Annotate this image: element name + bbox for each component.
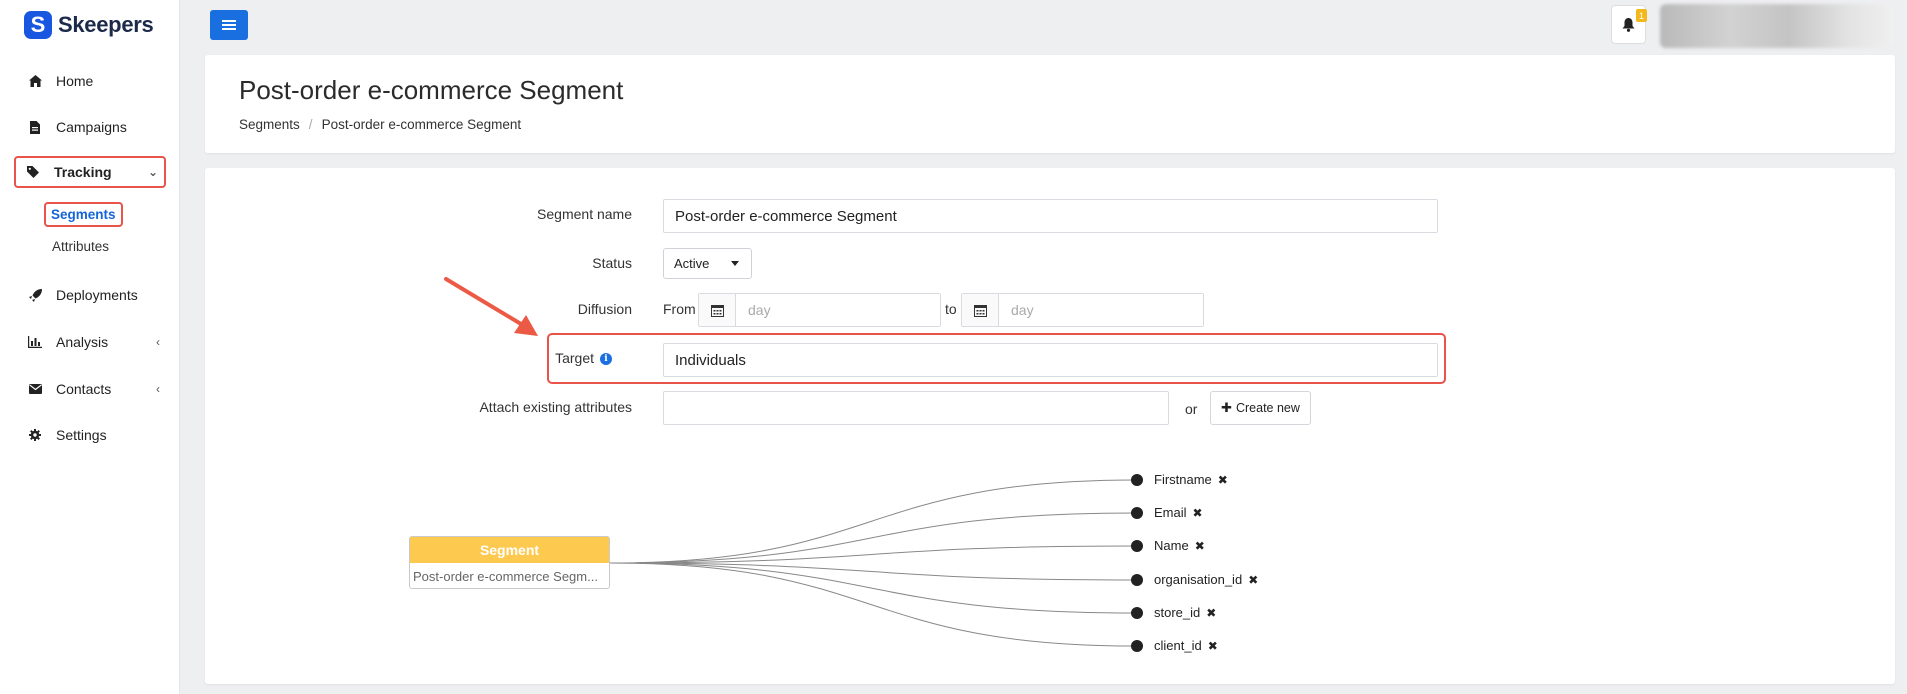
sidebar-item-home[interactable]: Home [14, 65, 166, 97]
attribute-node: Name ✖ [1131, 538, 1205, 553]
segment-node[interactable]: Segment Post-order e-commerce Segm... [409, 536, 610, 589]
remove-icon[interactable]: ✖ [1218, 473, 1228, 487]
attribute-node: organisation_id ✖ [1131, 572, 1258, 587]
gear-icon [26, 429, 44, 441]
target-label: Target i [292, 350, 612, 366]
logo-text: Skeepers [58, 12, 154, 37]
attribute-node: Email ✖ [1131, 505, 1203, 520]
user-menu[interactable] [1660, 4, 1894, 48]
chevron-left-icon: ‹ [156, 335, 160, 349]
sidebar-item-contacts[interactable]: Contacts ‹ [14, 373, 166, 405]
from-label: From [663, 301, 696, 317]
breadcrumb-separator: / [308, 117, 313, 132]
plus-icon: ✚ [1221, 400, 1232, 415]
remove-icon[interactable]: ✖ [1208, 639, 1218, 653]
menu-toggle-button[interactable] [210, 10, 248, 40]
page-title: Post-order e-commerce Segment [239, 75, 624, 105]
target-label-text: Target [555, 350, 594, 366]
sidebar-item-label: Home [56, 73, 94, 89]
sidebar-item-settings[interactable]: Settings [14, 419, 166, 451]
attribute-label: store_id [1154, 605, 1201, 620]
sidebar: S Skeepers Home Campaigns Tracking ⌄ Seg… [0, 0, 180, 694]
target-input[interactable] [663, 343, 1438, 377]
to-date-group [961, 293, 1204, 327]
sidebar-item-deployments[interactable]: Deployments [14, 279, 166, 311]
to-label: to [945, 301, 957, 317]
or-label: or [1185, 401, 1198, 417]
chevron-down-icon: ⌄ [147, 165, 158, 179]
breadcrumb-item-segments[interactable]: Segments [239, 117, 300, 132]
remove-icon[interactable]: ✖ [1195, 539, 1205, 553]
segment-node-name: Post-order e-commerce Segm... [413, 569, 598, 584]
attribute-node: store_id ✖ [1131, 605, 1216, 620]
status-select[interactable]: Active [663, 248, 752, 279]
segment-node-header: Segment [410, 537, 609, 563]
attribute-dot [1131, 506, 1143, 519]
page-header: Post-order e-commerce Segment Segments /… [205, 55, 1895, 153]
notifications-button[interactable]: 1 [1611, 5, 1647, 44]
attribute-node: client_id ✖ [1131, 638, 1218, 653]
logo-mark: S [24, 11, 52, 39]
chevron-left-icon: ‹ [156, 382, 160, 396]
home-icon [26, 75, 44, 87]
attribute-label: Name [1154, 538, 1189, 553]
attribute-label: Email [1154, 505, 1187, 520]
segment-name-label: Segment name [537, 206, 632, 222]
calendar-icon[interactable] [699, 294, 736, 326]
info-icon[interactable]: i [600, 353, 612, 366]
from-date-input[interactable] [736, 294, 940, 326]
file-icon [26, 120, 44, 134]
annotation-arrow [444, 277, 538, 336]
attribute-label: Firstname [1154, 472, 1212, 487]
bell-icon [1622, 17, 1635, 32]
sidebar-item-label: Campaigns [56, 119, 127, 135]
status-label: Status [592, 255, 632, 271]
calendar-icon[interactable] [962, 294, 999, 326]
attribute-dot [1131, 539, 1143, 552]
sidebar-item-label: Contacts [56, 381, 112, 397]
segment-name-input[interactable] [663, 199, 1438, 233]
attribute-node: Firstname ✖ [1131, 472, 1228, 487]
attribute-dot [1131, 606, 1143, 619]
create-new-label: Create new [1235, 401, 1300, 415]
logo[interactable]: S Skeepers [24, 10, 154, 40]
to-date-input[interactable] [999, 294, 1203, 326]
rocket-icon [26, 288, 44, 302]
attribute-label: organisation_id [1154, 572, 1243, 587]
create-new-button[interactable]: ✚ Create new [1210, 391, 1311, 425]
attribute-label: client_id [1154, 638, 1202, 653]
sidebar-item-label: Deployments [56, 287, 138, 303]
hamburger-icon [222, 20, 236, 30]
breadcrumb: Segments / Post-order e-commerce Segment [239, 117, 521, 132]
sidebar-item-label: Tracking [54, 164, 112, 180]
remove-icon[interactable]: ✖ [1248, 573, 1258, 587]
sidebar-item-label: Analysis [56, 334, 109, 350]
attach-attributes-label: Attach existing attributes [479, 399, 632, 415]
sidebar-item-tracking[interactable]: Tracking ⌄ [14, 156, 166, 188]
tag-icon [24, 166, 42, 178]
sidebar-item-label: Settings [56, 427, 107, 443]
remove-icon[interactable]: ✖ [1193, 506, 1203, 520]
sidebar-subitem-segments[interactable]: Segments [44, 202, 123, 227]
notification-badge: 1 [1636, 9, 1647, 22]
attribute-dot [1131, 473, 1143, 486]
attach-attributes-input[interactable] [663, 391, 1169, 425]
chart-icon [26, 336, 44, 348]
attribute-dot [1131, 639, 1143, 652]
sidebar-item-campaigns[interactable]: Campaigns [14, 111, 166, 143]
remove-icon[interactable]: ✖ [1206, 606, 1216, 620]
attribute-dot [1131, 573, 1143, 586]
sidebar-item-analysis[interactable]: Analysis ‹ [14, 326, 166, 358]
caret-down-icon [731, 261, 739, 266]
breadcrumb-item-current: Post-order e-commerce Segment [321, 117, 522, 132]
status-selected-value: Active [674, 256, 710, 271]
from-date-group [698, 293, 941, 327]
envelope-icon [26, 384, 44, 394]
segment-form-card [205, 168, 1895, 684]
sidebar-subitem-attributes[interactable]: Attributes [46, 236, 115, 257]
